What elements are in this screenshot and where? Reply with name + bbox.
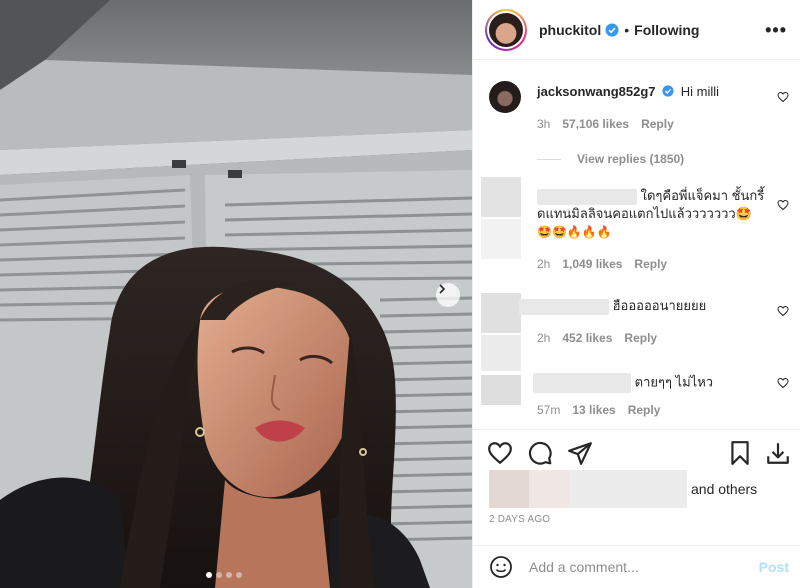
save-bookmark-icon[interactable] bbox=[727, 440, 753, 466]
commenter-avatar-blur bbox=[481, 219, 521, 259]
liked-by-avatar-blur bbox=[489, 470, 529, 508]
heart-outline-icon[interactable] bbox=[777, 199, 789, 211]
comment-meta: 57m 13 likes Reply bbox=[537, 403, 660, 417]
comment-meta: 2h 1,049 likes Reply bbox=[537, 257, 667, 271]
comment-body-line3: 🤩🤩🔥🔥🔥 bbox=[537, 225, 612, 239]
reply-button[interactable]: Reply bbox=[634, 257, 667, 271]
view-replies-label: View replies (1850) bbox=[577, 152, 685, 166]
comments-list: jacksonwang852g7 Hi milli 3h 57,106 like… bbox=[473, 61, 800, 429]
comment-likes[interactable]: 57,106 likes bbox=[562, 117, 629, 131]
post-header: phuckitol • Following ••• bbox=[473, 0, 800, 60]
commenter-username[interactable]: jacksonwang852g7 bbox=[537, 84, 656, 99]
chevron-right-icon bbox=[439, 284, 446, 294]
commenter-avatar[interactable] bbox=[481, 177, 521, 217]
carousel-dot bbox=[226, 572, 232, 578]
carousel-next-button[interactable] bbox=[436, 283, 460, 307]
redacted-username bbox=[533, 373, 631, 393]
emoji-smile-icon[interactable] bbox=[489, 555, 513, 579]
more-options-icon[interactable]: ••• bbox=[765, 20, 787, 41]
reply-button[interactable]: Reply bbox=[624, 331, 657, 345]
comment-time[interactable]: 2h bbox=[537, 331, 550, 345]
post-actions: and others 2 DAYS AGO bbox=[473, 429, 800, 549]
verified-badge-icon bbox=[662, 85, 674, 97]
view-replies-button[interactable]: View replies (1850) bbox=[537, 152, 684, 166]
carousel-dot bbox=[216, 572, 222, 578]
post-details-panel: phuckitol • Following ••• jacksonwang852… bbox=[472, 0, 800, 588]
comment-likes[interactable]: 13 likes bbox=[572, 403, 615, 417]
comment-likes[interactable]: 452 likes bbox=[562, 331, 612, 345]
commenter-avatar-blur bbox=[481, 335, 521, 371]
post-comment-button[interactable]: Post bbox=[759, 559, 789, 575]
comment-body-line2: ดแทนมิลลิจนคอแตกไปแล้ววววววว🤩 bbox=[537, 206, 752, 221]
reply-button[interactable]: Reply bbox=[628, 403, 661, 417]
commenter-avatar[interactable] bbox=[489, 81, 521, 113]
comment-text: ฮือออออนายยยย bbox=[519, 297, 754, 315]
commenter-avatar[interactable] bbox=[481, 375, 521, 405]
comment-body: ฮือออออนายยยย bbox=[612, 298, 707, 313]
liked-by-name-blur bbox=[569, 470, 687, 508]
comment-body: ใดๆคือพี่แจ็คมา ชั้นกรี้ bbox=[640, 188, 765, 203]
carousel-dot bbox=[206, 572, 212, 578]
author-avatar[interactable] bbox=[485, 8, 527, 51]
comment-text: ใดๆคือพี่แจ็คมา ชั้นกรี้ ดแทนมิลลิจนคอแต… bbox=[537, 187, 772, 241]
comment-time[interactable]: 3h bbox=[537, 117, 550, 131]
commenter-avatar[interactable] bbox=[481, 293, 521, 333]
comment-body: ตายๆๆ ไม่ไหว bbox=[634, 374, 714, 390]
and-others-label[interactable]: and others bbox=[691, 481, 757, 497]
comment-bubble-icon[interactable] bbox=[527, 440, 553, 466]
like-heart-icon[interactable] bbox=[487, 440, 513, 466]
comment-likes[interactable]: 1,049 likes bbox=[562, 257, 622, 271]
post-photo[interactable] bbox=[0, 0, 472, 588]
view-replies-line bbox=[537, 158, 561, 160]
heart-outline-icon[interactable] bbox=[777, 305, 789, 317]
comment-text: ตายๆๆ ไม่ไหว bbox=[533, 373, 768, 393]
comment-meta: 3h 57,106 likes Reply bbox=[537, 117, 674, 131]
header-separator: • bbox=[624, 21, 630, 38]
comment-input[interactable] bbox=[529, 559, 749, 575]
comment-time[interactable]: 57m bbox=[537, 403, 560, 417]
post-photo-illustration bbox=[0, 0, 472, 588]
comment-body: Hi milli bbox=[680, 84, 720, 99]
heart-outline-icon[interactable] bbox=[777, 377, 789, 389]
reply-button[interactable]: Reply bbox=[641, 117, 674, 131]
liked-by-avatar-blur bbox=[529, 470, 569, 508]
following-button[interactable]: Following bbox=[634, 22, 699, 38]
verified-badge-icon bbox=[605, 23, 619, 36]
redacted-username bbox=[537, 188, 637, 205]
carousel-dot bbox=[236, 572, 242, 578]
redacted-username bbox=[519, 298, 609, 315]
carousel-indicator bbox=[206, 572, 242, 578]
download-icon[interactable] bbox=[765, 440, 791, 466]
heart-outline-icon[interactable] bbox=[777, 91, 789, 103]
share-paper-plane-icon[interactable] bbox=[567, 440, 593, 466]
comment-meta: 2h 452 likes Reply bbox=[537, 331, 657, 345]
liked-by-row[interactable]: and others bbox=[489, 470, 757, 508]
author-username[interactable]: phuckitol bbox=[539, 22, 601, 38]
comment-text: jacksonwang852g7 Hi milli bbox=[537, 83, 772, 101]
add-comment-bar: Post bbox=[473, 545, 800, 588]
comment-time[interactable]: 2h bbox=[537, 257, 550, 271]
post-date[interactable]: 2 DAYS AGO bbox=[489, 514, 550, 525]
